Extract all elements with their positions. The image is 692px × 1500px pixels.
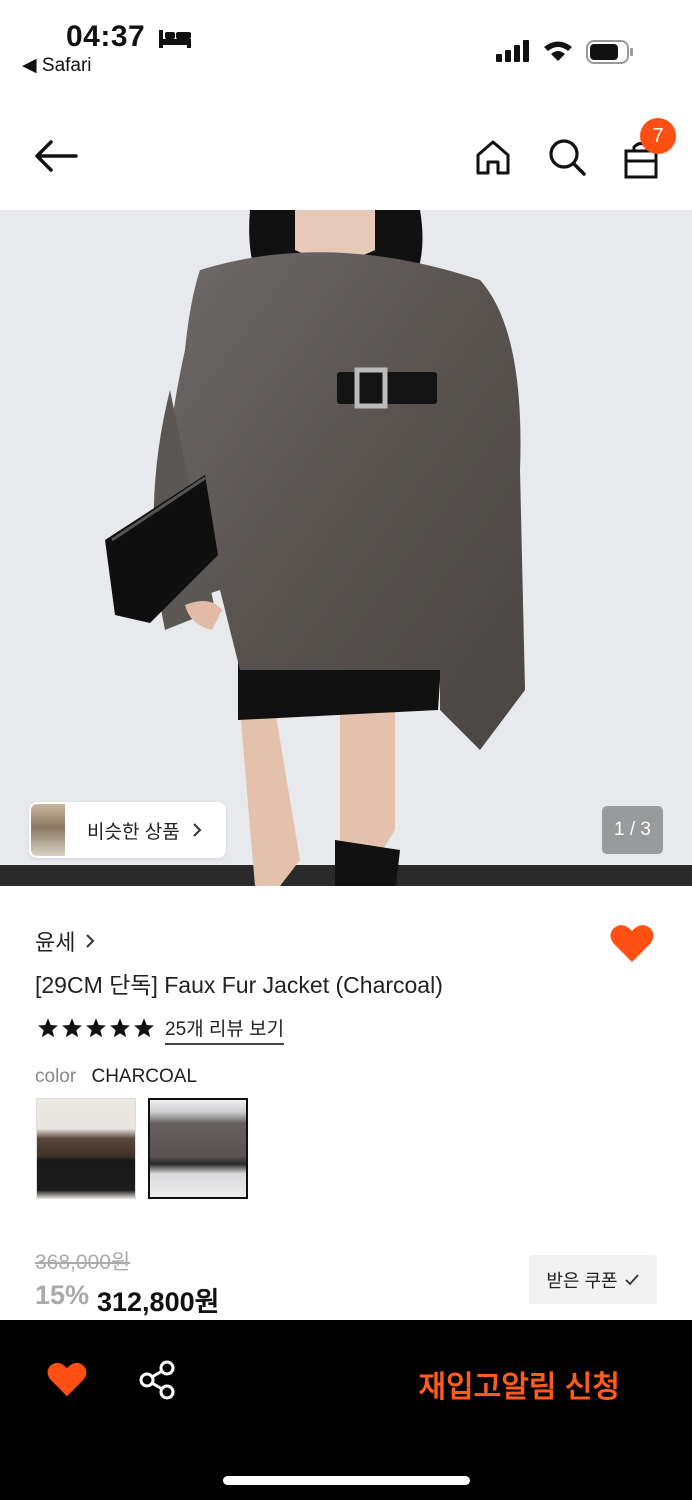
coupon-label: 받은 쿠폰 [546,1270,618,1291]
rating-stars [37,1017,155,1039]
battery-icon [586,40,634,69]
discount-rate: 15% [35,1280,90,1310]
chevron-right-icon [192,823,202,837]
similar-products-button[interactable]: 비슷한 상품 [29,802,226,858]
brand-link[interactable]: 윤세 [35,925,97,957]
share-icon [139,1360,175,1400]
color-label: color [35,1066,77,1087]
restock-alert-button[interactable]: 재입고알림 신청 [418,1362,620,1406]
color-row: color CHARCOAL [35,1066,197,1088]
heart-icon [610,925,654,962]
back-to-safari[interactable]: ◀ Safari [22,54,92,77]
bottom-wishlist-button[interactable] [46,1360,88,1403]
product-image[interactable] [0,210,692,886]
review-link[interactable]: 25개 리뷰 보기 [165,1014,285,1045]
back-button[interactable] [32,132,80,180]
bottom-action-bar [0,1320,692,1500]
wishlist-button[interactable] [609,922,655,969]
chevron-right-icon [86,934,95,948]
status-time: 04:37 [66,20,192,54]
wifi-icon [543,40,573,67]
star-icon [62,1018,82,1038]
arrow-left-icon [35,140,78,172]
check-icon [624,1273,639,1285]
similar-products-label: 비슷한 상품 [87,821,180,843]
jacket-photo [0,210,692,886]
star-icon [86,1018,106,1038]
home-button[interactable] [469,133,517,181]
share-button[interactable] [138,1360,176,1405]
home-indicator[interactable] [223,1476,470,1485]
color-option-brown[interactable] [36,1098,136,1199]
similar-thumbnail [31,804,65,856]
search-icon [549,139,586,176]
sleep-bed-icon [159,30,192,49]
image-pager: 1 / 3 [602,806,663,854]
sale-price: 312,800원 [97,1287,220,1317]
cart-count-badge: 7 [640,118,676,154]
star-icon [110,1018,130,1038]
star-icon [134,1018,154,1038]
signal-icon [496,40,530,67]
color-value: CHARCOAL [91,1066,198,1087]
original-price: 368,000원 [35,1251,131,1274]
search-button[interactable] [543,133,591,181]
brand-name: 윤세 [35,930,76,955]
color-option-charcoal[interactable] [148,1098,248,1199]
product-title: [29CM 단독] Faux Fur Jacket (Charcoal) [35,972,443,998]
home-icon [476,140,510,175]
star-icon [38,1018,58,1038]
received-coupon-button[interactable]: 받은 쿠폰 [529,1255,657,1304]
heart-icon [47,1362,87,1397]
